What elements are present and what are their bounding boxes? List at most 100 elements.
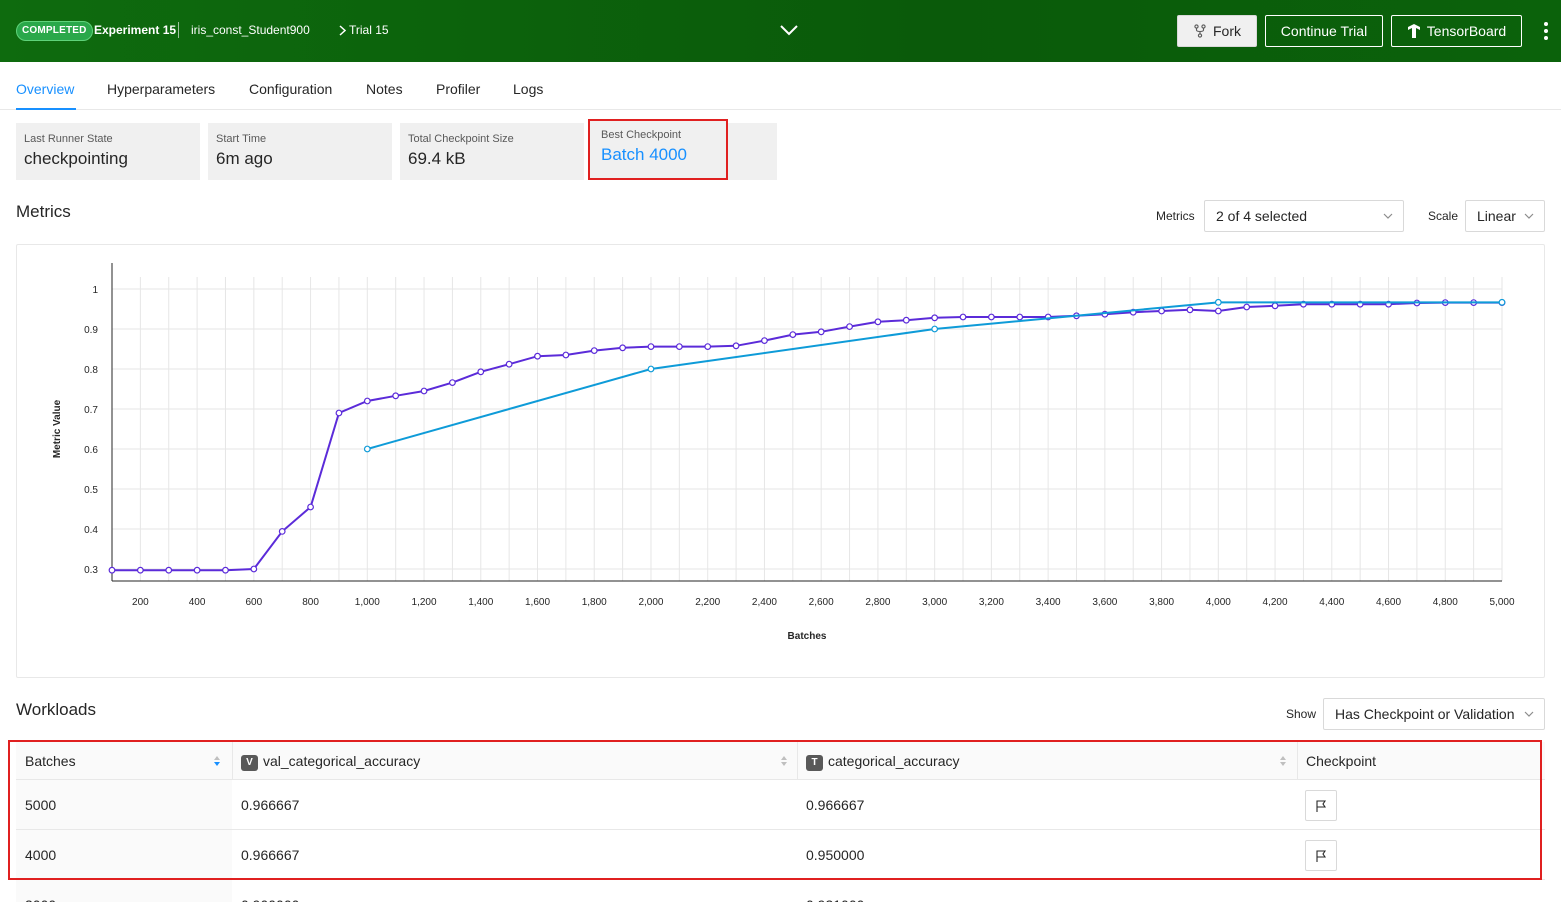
scale-select[interactable]: Linear [1465, 200, 1545, 232]
x-tick-label: 2,800 [865, 597, 890, 608]
checkpoint-button[interactable] [1305, 840, 1337, 871]
metrics-select[interactable]: 2 of 4 selected [1204, 200, 1404, 232]
data-point [420, 387, 428, 395]
data-point [675, 343, 683, 350]
checkpoint-button[interactable] [1305, 790, 1337, 821]
data-point [222, 566, 229, 574]
data-point [193, 566, 201, 574]
card-label: Total Checkpoint Size [408, 133, 514, 145]
sort-icon[interactable] [780, 755, 788, 767]
data-point [449, 379, 456, 387]
table-row[interactable]: 5000 0.966667 0.966667 [16, 780, 1545, 830]
data-point [165, 566, 173, 574]
tab-configuration[interactable]: Configuration [249, 81, 332, 97]
breadcrumb-trial[interactable]: Trial 15 [349, 23, 389, 37]
data-point [874, 318, 882, 326]
column-header-batches[interactable]: Batches [16, 742, 232, 780]
y-tick-label: 0.5 [84, 485, 98, 496]
workloads-table: Batches Vval_categorical_accuracy Tcateg… [16, 742, 1545, 902]
column-header-val-accuracy[interactable]: Vval_categorical_accuracy [232, 742, 797, 780]
x-tick-label: 200 [132, 597, 149, 608]
x-tick-label: 1,400 [468, 597, 493, 608]
table-row[interactable]: 3000 0.900000 0.931000 [16, 880, 1545, 902]
cell-val-accuracy: 0.966667 [241, 797, 300, 813]
data-point [1243, 303, 1251, 311]
x-tick-label: 2,600 [809, 597, 834, 608]
card-value: 69.4 kB [408, 149, 466, 168]
column-label: Checkpoint [1306, 753, 1377, 769]
data-point [1186, 306, 1194, 314]
table-row[interactable]: 4000 0.966667 0.950000 [16, 830, 1545, 880]
card-label: Best Checkpoint [601, 129, 682, 141]
data-point [335, 409, 343, 417]
x-tick-label: 4,400 [1319, 597, 1344, 608]
flag-icon [1316, 799, 1327, 812]
active-tab-indicator [16, 108, 76, 110]
fork-label: Fork [1213, 23, 1241, 39]
data-point [931, 325, 939, 333]
continue-trial-button[interactable]: Continue Trial [1265, 15, 1383, 47]
x-tick-label: 4,200 [1263, 597, 1288, 608]
sort-icon[interactable] [1279, 755, 1287, 767]
metrics-label: Metrics [1156, 209, 1195, 223]
breadcrumb-model[interactable]: iris_const_Student900 [191, 23, 310, 37]
cell-val-accuracy: 0.900000 [232, 880, 299, 902]
show-label: Show [1286, 707, 1317, 721]
data-point [363, 445, 371, 453]
x-tick-label: 3,600 [1092, 597, 1117, 608]
show-select-value: Has Checkpoint or Validation [1335, 706, 1515, 722]
data-point [959, 313, 967, 321]
fork-button[interactable]: Fork [1177, 15, 1257, 47]
flag-icon [1316, 849, 1327, 862]
card-best-checkpoint: Best Checkpoint Batch 4000 [588, 119, 728, 180]
tensorboard-button[interactable]: TensorBoard [1391, 15, 1522, 47]
metrics-title: Metrics [16, 202, 71, 221]
scale-select-value: Linear [1477, 208, 1516, 224]
data-point [136, 566, 144, 574]
data-point [1214, 307, 1222, 315]
best-checkpoint-link[interactable]: Batch 4000 [601, 145, 715, 165]
tab-logs[interactable]: Logs [513, 81, 543, 97]
data-point [761, 337, 768, 344]
card-label: Last Runner State [24, 133, 113, 145]
metrics-chart[interactable]: 0.3 0.4 0.5 0.6 0.7 0.8 0.9 1 200 400 600 800 1,000 1… [16, 244, 1545, 678]
training-tag: T [806, 755, 823, 771]
data-point [987, 313, 995, 321]
chevron-down-icon [1383, 213, 1393, 219]
x-tick-label: 1,000 [355, 597, 380, 608]
tab-notes[interactable]: Notes [366, 81, 403, 97]
sort-icon[interactable] [213, 755, 221, 767]
data-point [902, 316, 910, 324]
show-select[interactable]: Has Checkpoint or Validation [1323, 698, 1545, 730]
data-point [505, 360, 513, 368]
data-point [931, 314, 939, 322]
tab-profiler[interactable]: Profiler [436, 81, 480, 97]
data-point [817, 328, 825, 336]
x-tick-label: 2,200 [695, 597, 720, 608]
column-header-accuracy[interactable]: Tcategorical_accuracy [797, 742, 1297, 780]
x-tick-label: 2,000 [638, 597, 663, 608]
x-tick-label: 3,000 [922, 597, 947, 608]
data-point [647, 365, 655, 373]
tab-overview[interactable]: Overview [16, 81, 74, 97]
data-point [1271, 302, 1279, 310]
data-point [846, 323, 853, 330]
data-point [1016, 313, 1024, 321]
chevron-down-icon [1524, 711, 1534, 717]
table-header: Batches Vval_categorical_accuracy Tcateg… [16, 742, 1545, 780]
y-tick-label: 0.3 [84, 565, 98, 576]
x-tick-label: 3,200 [979, 597, 1004, 608]
cell-val-accuracy: 0.966667 [241, 847, 300, 863]
x-tick-label: 4,800 [1433, 597, 1458, 608]
scale-label: Scale [1428, 209, 1459, 223]
x-tick-label: 1,600 [525, 597, 550, 608]
data-point [1158, 307, 1165, 315]
tab-hyperparameters[interactable]: Hyperparameters [107, 81, 215, 97]
breadcrumb-experiment[interactable]: Experiment 15 [94, 23, 176, 37]
data-point [108, 566, 116, 574]
status-badge: COMPLETED [16, 21, 93, 41]
y-tick-label: 0.9 [84, 325, 98, 336]
chevron-down-icon[interactable] [779, 22, 799, 38]
cell-accuracy: 0.950000 [806, 847, 865, 863]
more-options-icon[interactable] [1539, 19, 1553, 43]
